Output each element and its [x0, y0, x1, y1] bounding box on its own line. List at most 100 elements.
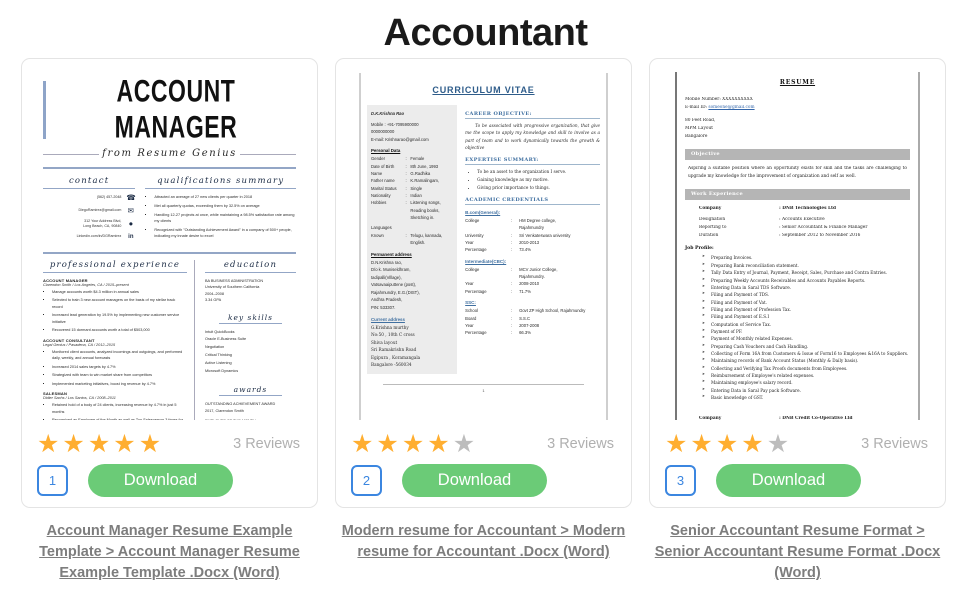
star-icon[interactable]: ★ — [62, 431, 84, 457]
header-columns: contact (562) 457-2048 ☎ DiegoRamirez@gm… — [43, 176, 296, 245]
list-item: Increased lead generation by 19.5% by im… — [52, 312, 187, 325]
rating-stars[interactable]: ★ ★ ★ ★ ★ — [665, 431, 789, 457]
review-count: 3 Reviews — [861, 436, 928, 452]
row-key: Company — [699, 205, 722, 211]
resume-preview-1[interactable]: ACCOUNT MANAGER from Resume Genius conta… — [31, 67, 308, 420]
divider — [43, 251, 296, 254]
table-row: Company: DNB Technologies Ltd — [685, 205, 910, 213]
cv-mobile: Mobile : +91-7095900000 0000000000 — [371, 121, 419, 135]
list-item: Filing and Payment of Profession Tax. — [702, 306, 910, 313]
row-value: : Accounts Executive — [779, 217, 825, 223]
card-number-badge[interactable]: 2 — [351, 465, 382, 496]
list-item: Entering Data in Saral Pay pack Software… — [702, 387, 910, 394]
download-button[interactable]: Download — [402, 464, 547, 497]
page-root: Accountant ACCOUNT MANAGER from Resume G… — [0, 0, 971, 613]
list-item: Collecting of Form 16A from Customers & … — [702, 350, 910, 357]
resume-caption-link[interactable]: Modern resume for Accountant > Modern re… — [335, 521, 632, 563]
card-number-badge[interactable]: 3 — [665, 465, 696, 496]
resume-caption-link[interactable]: Account Manager Resume Example Template … — [21, 521, 318, 584]
list-item: Handling 12-27 projects at once, while m… — [154, 212, 296, 225]
table-row: Nationality: Indian — [371, 192, 453, 199]
list-item: Gaining knowledge as my motive. — [477, 176, 600, 184]
email-line: E-mail ID: someone@gmail.com — [685, 104, 910, 112]
objective-text: Aspiring a suitable position where an op… — [688, 165, 907, 179]
job-meta: Clarendon Smith / Los Angeles, CA / 2015… — [43, 282, 129, 287]
address-line: Andhra Pradesh, — [371, 297, 403, 303]
cv-email: E-mail: Krishnarao@gmail.com — [371, 136, 429, 142]
star-icon[interactable]: ★ — [741, 431, 763, 457]
list-item: Selected to train 3 new account managers… — [52, 297, 187, 310]
experience-heading: professional experience — [43, 260, 187, 273]
star-icon[interactable]: ★ — [453, 431, 475, 457]
row-key: Percentage — [465, 288, 487, 294]
download-button[interactable]: Download — [716, 464, 861, 497]
row-value: MCV Junior College, Rajahmundry. — [519, 266, 558, 280]
academic-block-label: Intermediate(CBC): — [465, 258, 507, 264]
location-icon: ● — [128, 219, 134, 229]
resume-card-body-1[interactable]: ACCOUNT MANAGER from Resume Genius conta… — [21, 58, 318, 508]
address-line: D/o k. Muniseldhram, — [371, 267, 411, 273]
star-icon[interactable]: ★ — [37, 431, 59, 457]
resume-preview-3[interactable]: RESUME Mobile Number: XXXXXXXXXX E-mail … — [659, 67, 936, 420]
divider — [43, 167, 296, 169]
experience-column: professional experience ACCOUNT MANAGER … — [43, 259, 195, 420]
cv-title: CURRICULUM VITAE — [432, 85, 535, 95]
row-key: Date of Birth — [371, 163, 395, 169]
job-meta: Didier Sachs / Los Santos, CA / 2008–201… — [43, 396, 116, 401]
resume-preview-2[interactable]: CURRICULUM VITAE D.K.Krishna Rao Mobile … — [345, 67, 622, 420]
table-row: Year:2008-2010 — [465, 280, 600, 287]
row-colon: : — [511, 322, 513, 328]
star-icon[interactable]: ★ — [716, 431, 738, 457]
table-row: College: MCV Junior College, Rajahmundry. — [465, 266, 600, 281]
star-icon[interactable]: ★ — [690, 431, 712, 457]
email-link[interactable]: someone@gmail.com — [708, 105, 754, 110]
job-meta: Legal Genius / Pasadena, CA / 2012–2015 — [43, 342, 116, 347]
star-icon[interactable]: ★ — [113, 431, 135, 457]
document-frame: CURRICULUM VITAE D.K.Krishna Rao Mobile … — [359, 73, 608, 420]
table-row: Year:2007-2008 — [465, 322, 600, 329]
contact-column: contact (562) 457-2048 ☎ DiegoRamirez@gm… — [43, 176, 136, 245]
star-icon[interactable]: ★ — [376, 431, 398, 457]
list-item: Monitored client accounts, analyzed inco… — [52, 349, 187, 362]
contact-item: (562) 457-2048 ☎ — [43, 194, 136, 202]
star-icon[interactable]: ★ — [767, 431, 789, 457]
table-row: Duration: September 2012 to November 201… — [685, 232, 910, 240]
star-icon[interactable]: ★ — [351, 431, 373, 457]
row-colon: : — [511, 281, 513, 287]
row-colon: : — [511, 330, 513, 336]
list-item: Basic knowledge of GST. — [702, 394, 910, 401]
personal-data-heading: Personal Data — [371, 148, 401, 154]
star-icon[interactable]: ★ — [88, 431, 110, 457]
resume-card-body-2[interactable]: CURRICULUM VITAE D.K.Krishna Rao Mobile … — [335, 58, 632, 508]
row-key: Board — [465, 315, 477, 321]
list-item: Filing and Payment of E.S.I — [702, 313, 910, 320]
account-manager-document: ACCOUNT MANAGER from Resume Genius conta… — [31, 67, 308, 420]
star-icon[interactable]: ★ — [139, 431, 161, 457]
star-icon[interactable]: ★ — [665, 431, 687, 457]
resume-caption-link[interactable]: Senior Accountant Resume Format > Senior… — [649, 521, 946, 584]
contact-address: 312 Your Address Blvd, Long Beach, CA, 9… — [83, 219, 122, 228]
row-value: 71.7% — [519, 288, 531, 294]
address-line: Rajahmundry, E.G.(DIST), — [371, 289, 420, 295]
row-key: Year — [465, 322, 474, 328]
rating-stars[interactable]: ★ ★ ★ ★ ★ — [351, 431, 475, 457]
rating-stars[interactable]: ★ ★ ★ ★ ★ — [37, 431, 161, 457]
star-icon[interactable]: ★ — [427, 431, 449, 457]
resume-card-body-3[interactable]: RESUME Mobile Number: XXXXXXXXXX E-mail … — [649, 58, 946, 508]
page-title: Accountant — [383, 12, 589, 54]
star-icon[interactable]: ★ — [402, 431, 424, 457]
list-item: Giving prior importance to things. — [477, 184, 600, 192]
objective-section-bar: Objective — [685, 148, 910, 160]
cv-name: D.K.Krishna Rao — [371, 111, 405, 116]
row-value: Govt ZP High School, Rajahmundry — [519, 308, 586, 314]
job-bullets: Retained hold of a body of 24 clients, i… — [43, 402, 187, 420]
list-item: Maintaining employee's salary record. — [702, 379, 910, 386]
resume-card-2: CURRICULUM VITAE D.K.Krishna Rao Mobile … — [335, 58, 632, 563]
download-button[interactable]: Download — [88, 464, 233, 497]
table-row: Date of Birth:8th June, 1993 — [371, 163, 453, 170]
skill-item: Intuit QuickBooks — [204, 329, 235, 334]
row-key: Percentage — [465, 330, 487, 336]
card-number-badge[interactable]: 1 — [37, 465, 68, 496]
table-row: Gender: Female — [371, 155, 453, 162]
skill-item: Negotiation — [204, 345, 225, 350]
